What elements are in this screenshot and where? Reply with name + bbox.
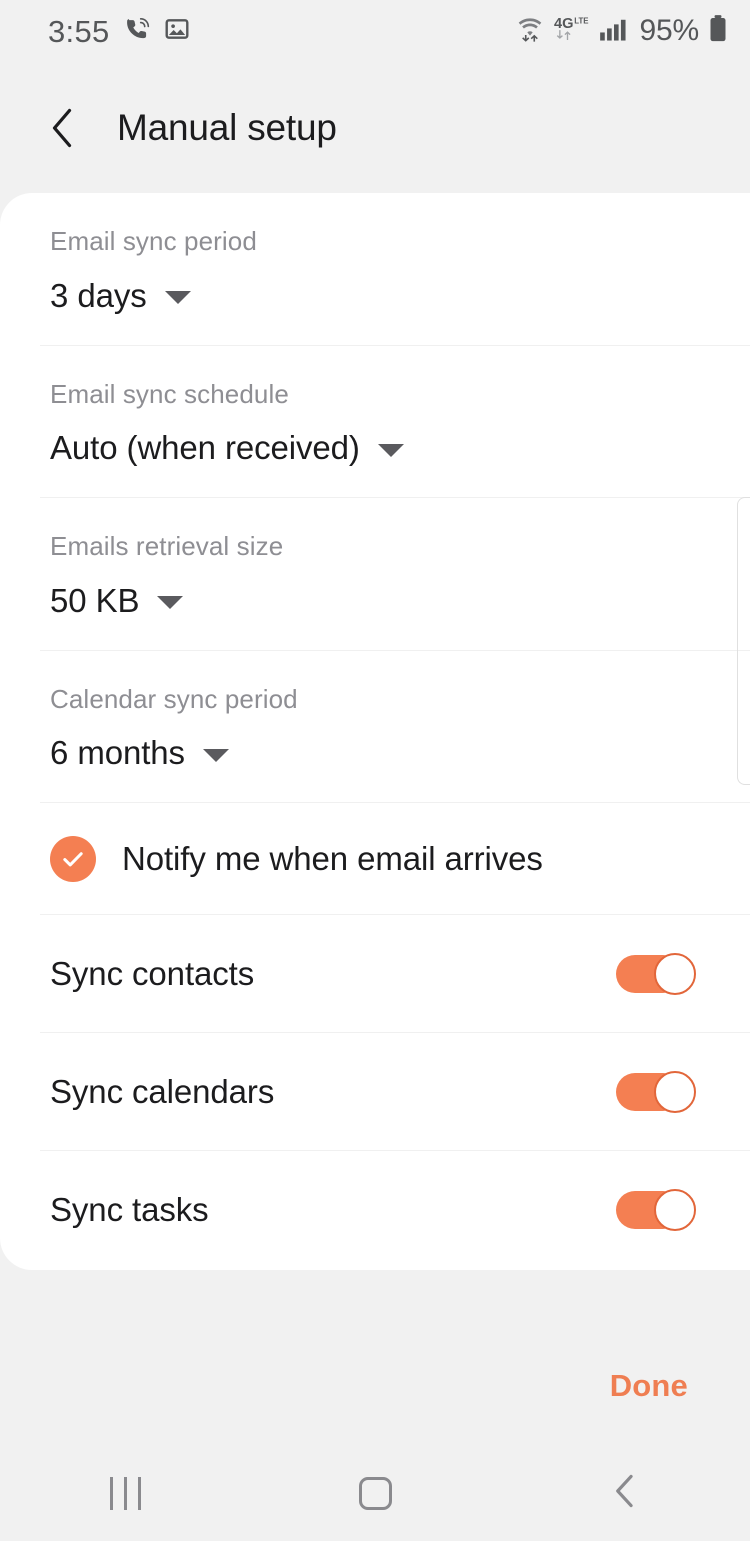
chevron-down-icon[interactable]: [377, 443, 404, 457]
status-bar: 3:55 4G LTE 95%: [0, 0, 750, 62]
home-icon: [358, 1476, 392, 1510]
signal-bars-icon: [599, 15, 629, 48]
setting-label: Calendar sync period: [50, 683, 298, 714]
setting-value-row: Auto (when received): [50, 429, 710, 467]
battery-icon: [708, 14, 728, 49]
nav-recents-button[interactable]: [0, 1445, 250, 1541]
4g-lte-icon: 4G LTE: [554, 14, 590, 49]
scrollbar[interactable]: [737, 497, 750, 785]
setting-value-row: 3 days: [50, 277, 710, 315]
wifi-icon: [515, 14, 545, 49]
setting-value: 6 months: [50, 734, 185, 772]
status-time: 3:55: [48, 13, 110, 49]
battery-percent: 95%: [639, 14, 700, 47]
setting-value: 3 days: [50, 276, 147, 314]
setting-notify-me-when-email-arrives[interactable]: Notify me when email arrives: [0, 803, 750, 914]
setting-label: Email sync period: [50, 226, 257, 256]
setting-value: Auto (when received): [50, 429, 360, 467]
recents-icon: [109, 1476, 141, 1510]
page-title: Manual setup: [117, 106, 337, 148]
status-bar-left: 3:55: [48, 15, 190, 48]
nav-home-button[interactable]: [250, 1445, 500, 1541]
setting-value-row: 6 months: [50, 734, 710, 772]
setting-value: 50 KB: [50, 581, 140, 619]
image-icon: [164, 16, 190, 47]
switch-knob: [654, 1070, 696, 1113]
setting-label: Emails retrieval size: [50, 531, 284, 562]
toggle-switch-sync-tasks[interactable]: [616, 1188, 696, 1231]
setting-sync-contacts[interactable]: Sync contacts: [0, 915, 750, 1032]
done-button-label: Done: [609, 1368, 688, 1403]
checkbox-label: Notify me when email arrives: [122, 839, 543, 877]
back-icon: [612, 1474, 638, 1513]
done-button[interactable]: Done: [0, 1368, 750, 1404]
switch-knob: [654, 1188, 696, 1231]
setting-calendar-sync-period[interactable]: Calendar sync period 6 months: [0, 651, 750, 803]
back-arrow-icon[interactable]: [50, 106, 84, 150]
checkbox-checked-icon[interactable]: [50, 835, 96, 882]
setting-sync-calendars[interactable]: Sync calendars: [0, 1033, 750, 1150]
svg-text:LTE: LTE: [574, 16, 588, 25]
phone-screen: 3:55 4G LTE 95% Manual setup Email sync …: [0, 0, 750, 1541]
navigation-bar: [0, 1445, 750, 1541]
toggle-switch-sync-contacts[interactable]: [616, 952, 696, 995]
svg-text:4G: 4G: [554, 15, 574, 31]
setting-emails-retrieval-size[interactable]: Emails retrieval size 50 KB: [0, 498, 750, 650]
nav-back-button[interactable]: [500, 1445, 750, 1541]
setting-email-sync-period[interactable]: Email sync period 3 days: [0, 193, 750, 345]
toggle-label: Sync calendars: [50, 1072, 275, 1110]
settings-card: Email sync period 3 days Email sync sche…: [0, 193, 750, 1270]
toggle-label: Sync tasks: [50, 1190, 209, 1228]
setting-label: Email sync schedule: [50, 378, 289, 409]
chevron-down-icon[interactable]: [157, 596, 184, 610]
toggle-label: Sync contacts: [50, 954, 255, 992]
wifi-calling-icon: [123, 15, 151, 48]
setting-value-row: 50 KB: [50, 582, 710, 620]
app-bar: Manual setup: [0, 62, 750, 193]
setting-sync-tasks[interactable]: Sync tasks: [0, 1151, 750, 1268]
switch-knob: [654, 952, 696, 995]
setting-email-sync-schedule[interactable]: Email sync schedule Auto (when received): [0, 346, 750, 498]
chevron-down-icon[interactable]: [202, 748, 229, 762]
status-bar-right: 4G LTE 95%: [515, 14, 728, 49]
chevron-down-icon[interactable]: [164, 291, 191, 305]
toggle-switch-sync-calendars[interactable]: [616, 1070, 696, 1113]
